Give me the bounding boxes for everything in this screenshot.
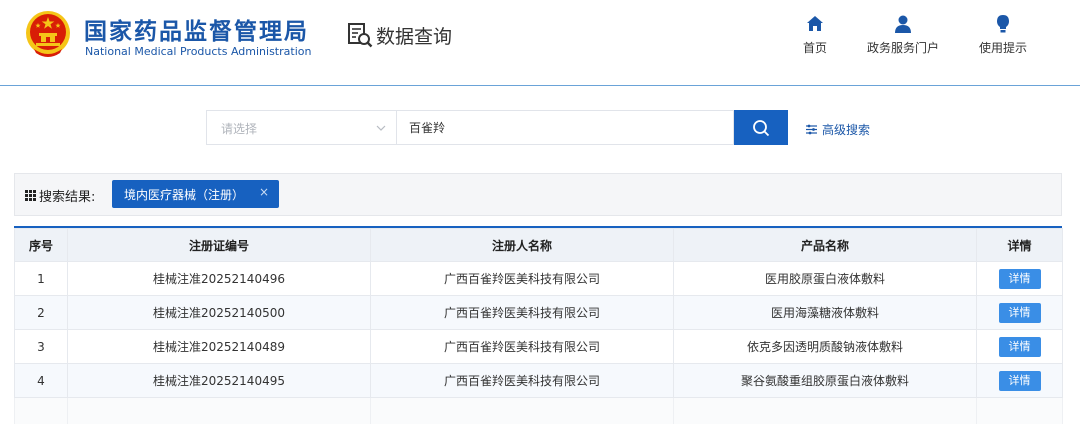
empty-row — [14, 397, 1063, 424]
filter-tag-label: 境内医疗器械（注册） — [124, 188, 245, 202]
detail-button[interactable]: 详情 — [998, 268, 1041, 289]
column-header-product: 产品名称 — [673, 228, 977, 262]
column-header-cert: 注册证编号 — [67, 228, 371, 262]
filter-tag[interactable]: 境内医疗器械（注册） × — [112, 180, 279, 208]
search-icon — [753, 119, 770, 136]
nav-service-portal[interactable]: 政务服务门户 — [858, 14, 948, 56]
empty-cell — [976, 397, 1063, 424]
cell-registrant: 广西百雀羚医美科技有限公司 — [370, 329, 674, 364]
nav-home[interactable]: 首页 — [770, 14, 860, 56]
section-title: 数据查询 — [346, 20, 452, 50]
cell-detail: 详情 — [976, 295, 1063, 330]
category-select[interactable]: 请选择 — [206, 110, 396, 145]
detail-button[interactable]: 详情 — [998, 370, 1041, 391]
results-label-text: 搜索结果: — [39, 190, 96, 205]
cell-no: 1 — [14, 261, 68, 296]
cell-cert: 桂械注准20252140495 — [67, 363, 371, 398]
grid-icon — [25, 190, 36, 201]
national-emblem-icon — [26, 11, 70, 57]
category-select-placeholder: 请选择 — [221, 122, 258, 136]
cell-detail: 详情 — [976, 363, 1063, 398]
cell-product: 医用海藻糖液体敷料 — [673, 295, 977, 330]
search-button[interactable] — [734, 110, 788, 145]
advanced-search-label: 高级搜索 — [822, 123, 871, 137]
empty-cell — [67, 397, 371, 424]
table-row: 2 桂械注准20252140500 广西百雀羚医美科技有限公司 医用海藻糖液体敷… — [14, 295, 1063, 330]
cell-product: 依克多因透明质酸钠液体敷料 — [673, 329, 977, 364]
cell-no: 2 — [14, 295, 68, 330]
user-icon — [895, 15, 911, 33]
table-row: 1 桂械注准20252140496 广西百雀羚医美科技有限公司 医用胶原蛋白液体… — [14, 261, 1063, 296]
nav-home-label: 首页 — [802, 41, 827, 55]
nav-usage-tips-label: 使用提示 — [978, 41, 1027, 55]
nav-usage-tips[interactable]: 使用提示 — [958, 14, 1048, 56]
site-title: 国家药品监督管理局 — [84, 19, 309, 45]
column-header-no: 序号 — [14, 228, 68, 262]
table-header-row: 序号 注册证编号 注册人名称 产品名称 详情 — [14, 228, 1063, 262]
empty-cell — [14, 397, 68, 424]
header: 国家药品监督管理局 National Medical Products Admi… — [0, 0, 1080, 86]
cell-detail: 详情 — [976, 261, 1063, 296]
cell-registrant: 广西百雀羚医美科技有限公司 — [370, 295, 674, 330]
cell-product: 聚谷氨酸重组胶原蛋白液体敷料 — [673, 363, 977, 398]
cell-no: 4 — [14, 363, 68, 398]
detail-button[interactable]: 详情 — [998, 302, 1041, 323]
bulb-icon — [997, 15, 1009, 33]
data-search-icon — [348, 23, 373, 48]
search-input[interactable] — [396, 110, 734, 145]
section-title-label: 数据查询 — [376, 25, 453, 48]
empty-cell — [673, 397, 977, 424]
cell-no: 3 — [14, 329, 68, 364]
empty-cell — [370, 397, 674, 424]
cell-registrant: 广西百雀羚医美科技有限公司 — [370, 261, 674, 296]
cell-product: 医用胶原蛋白液体敷料 — [673, 261, 977, 296]
cell-registrant: 广西百雀羚医美科技有限公司 — [370, 363, 674, 398]
advanced-search-link[interactable]: 高级搜索 — [806, 121, 870, 138]
chevron-down-icon — [376, 125, 386, 131]
table-row: 4 桂械注准20252140495 广西百雀羚医美科技有限公司 聚谷氨酸重组胶原… — [14, 363, 1063, 398]
site-subtitle: National Medical Products Administration — [85, 45, 312, 58]
results-table: 序号 注册证编号 注册人名称 产品名称 详情 1 桂械注准20252140496… — [14, 226, 1063, 424]
close-icon[interactable]: × — [259, 185, 269, 199]
cell-detail: 详情 — [976, 329, 1063, 364]
cell-cert: 桂械注准20252140496 — [67, 261, 371, 296]
column-header-registrant: 注册人名称 — [370, 228, 674, 262]
cell-cert: 桂械注准20252140489 — [67, 329, 371, 364]
results-label: 搜索结果: — [25, 186, 95, 205]
table-row: 3 桂械注准20252140489 广西百雀羚医美科技有限公司 依克多因透明质酸… — [14, 329, 1063, 364]
cell-cert: 桂械注准20252140500 — [67, 295, 371, 330]
detail-button[interactable]: 详情 — [998, 336, 1041, 357]
filter-icon — [806, 124, 817, 135]
results-bar: 搜索结果: 境内医疗器械（注册） × — [14, 173, 1062, 216]
column-header-detail: 详情 — [976, 228, 1063, 262]
nav-service-portal-label: 政务服务门户 — [866, 41, 939, 55]
home-icon — [807, 16, 823, 31]
